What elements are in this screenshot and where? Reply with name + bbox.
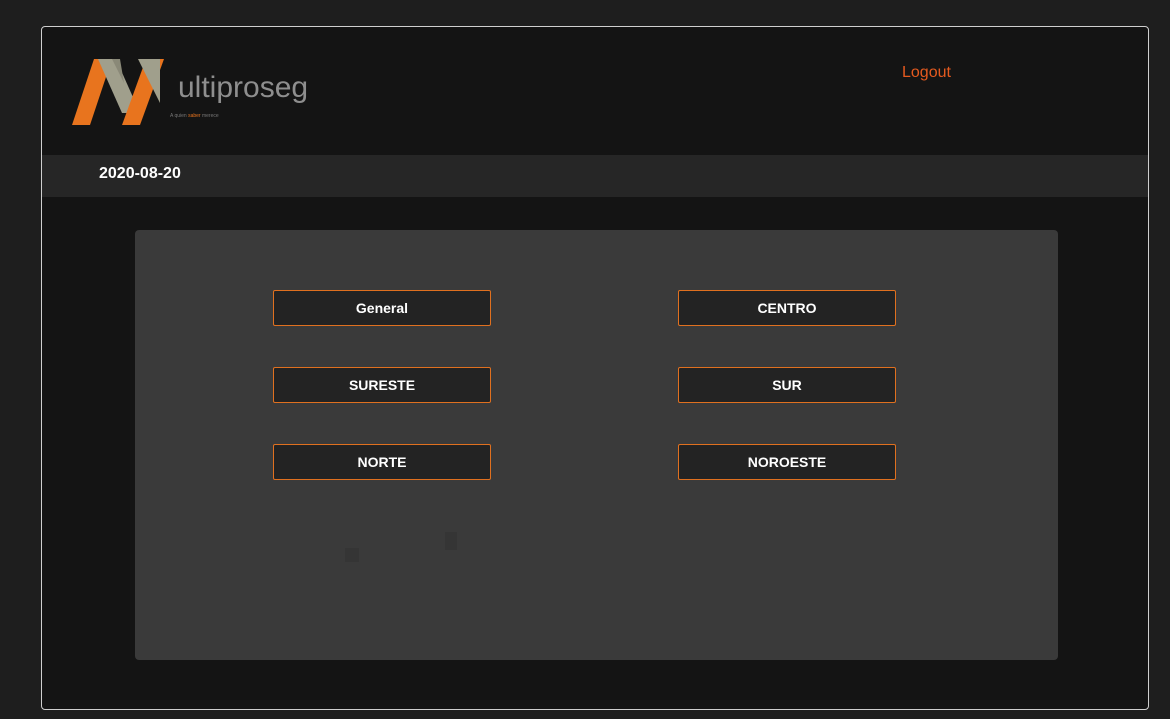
region-button-sur[interactable]: SUR xyxy=(678,367,896,403)
logo-wordmark: ultiproseg xyxy=(178,71,309,104)
faint-artifact xyxy=(345,548,359,562)
region-button-centro[interactable]: CENTRO xyxy=(678,290,896,326)
multiproseg-logo[interactable]: ultiproseg A quien saber merece xyxy=(68,53,308,133)
logo-m-mark-icon xyxy=(72,59,164,125)
region-button-general[interactable]: General xyxy=(273,290,491,326)
current-date: 2020-08-20 xyxy=(99,165,181,182)
header: ultiproseg A quien saber merece Logout xyxy=(42,27,1148,155)
region-button-noroeste[interactable]: NOROESTE xyxy=(678,444,896,480)
app-window: ultiproseg A quien saber merece Logout 2… xyxy=(41,26,1149,710)
date-bar: 2020-08-20 xyxy=(42,155,1148,197)
logout-link[interactable]: Logout xyxy=(902,64,951,82)
region-button-norte[interactable]: NORTE xyxy=(273,444,491,480)
region-button-sureste[interactable]: SURESTE xyxy=(273,367,491,403)
region-panel: General CENTRO SURESTE SUR NORTE NOROEST… xyxy=(135,230,1058,660)
faint-artifact xyxy=(445,532,457,550)
logo-tagline: A quien saber merece xyxy=(170,113,219,119)
